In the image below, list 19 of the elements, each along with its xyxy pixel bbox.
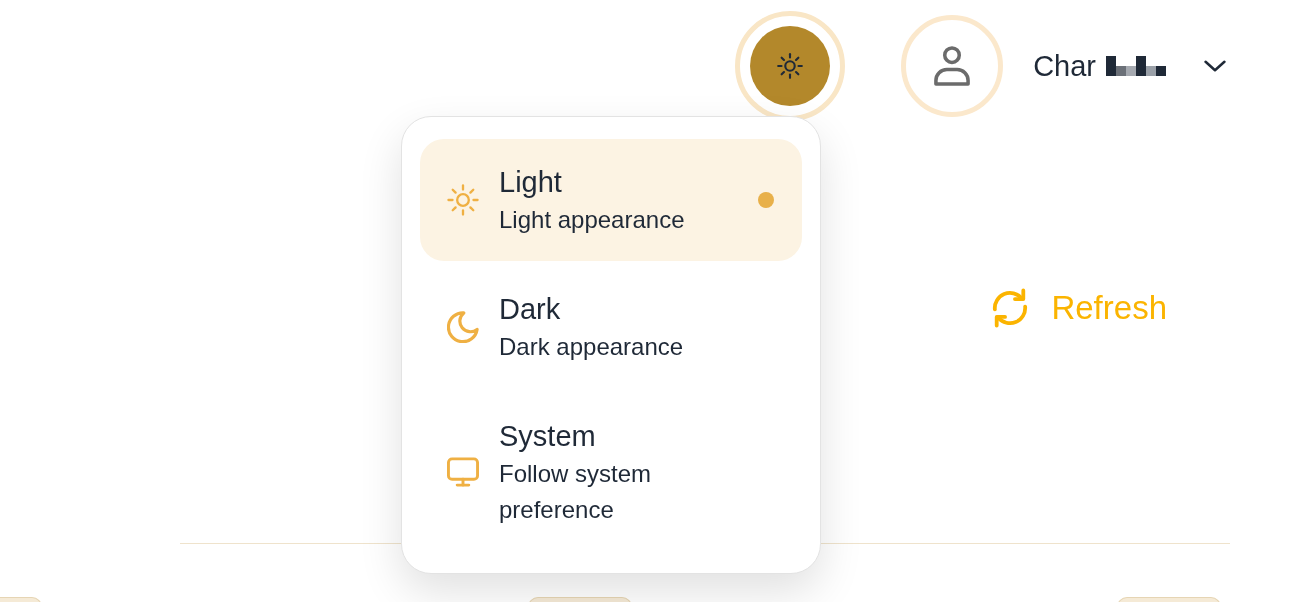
- theme-option[interactable]: System Follow system preference: [420, 393, 802, 551]
- theme-option[interactable]: Light Light appearance: [420, 139, 802, 261]
- theme-option[interactable]: Dark Dark appearance: [420, 266, 802, 388]
- monitor-icon: [447, 456, 479, 488]
- option-description: Dark appearance: [499, 332, 685, 362]
- sun-icon: [777, 53, 804, 79]
- user-name: Char: [1033, 49, 1096, 84]
- option-title: System: [499, 419, 597, 454]
- option-description: Follow system preference: [499, 459, 653, 525]
- refresh-icon: [991, 288, 1030, 328]
- option-title: Light: [499, 165, 563, 200]
- option-description: Light appearance: [499, 205, 686, 235]
- person-icon: [933, 46, 972, 86]
- option-title: Dark: [499, 292, 562, 327]
- sun-icon: [447, 184, 479, 216]
- moon-icon: [447, 311, 479, 343]
- chevron-down-icon: [1204, 60, 1226, 72]
- redaction-drawing: [1106, 56, 1166, 76]
- user-menu-button[interactable]: [1204, 60, 1226, 72]
